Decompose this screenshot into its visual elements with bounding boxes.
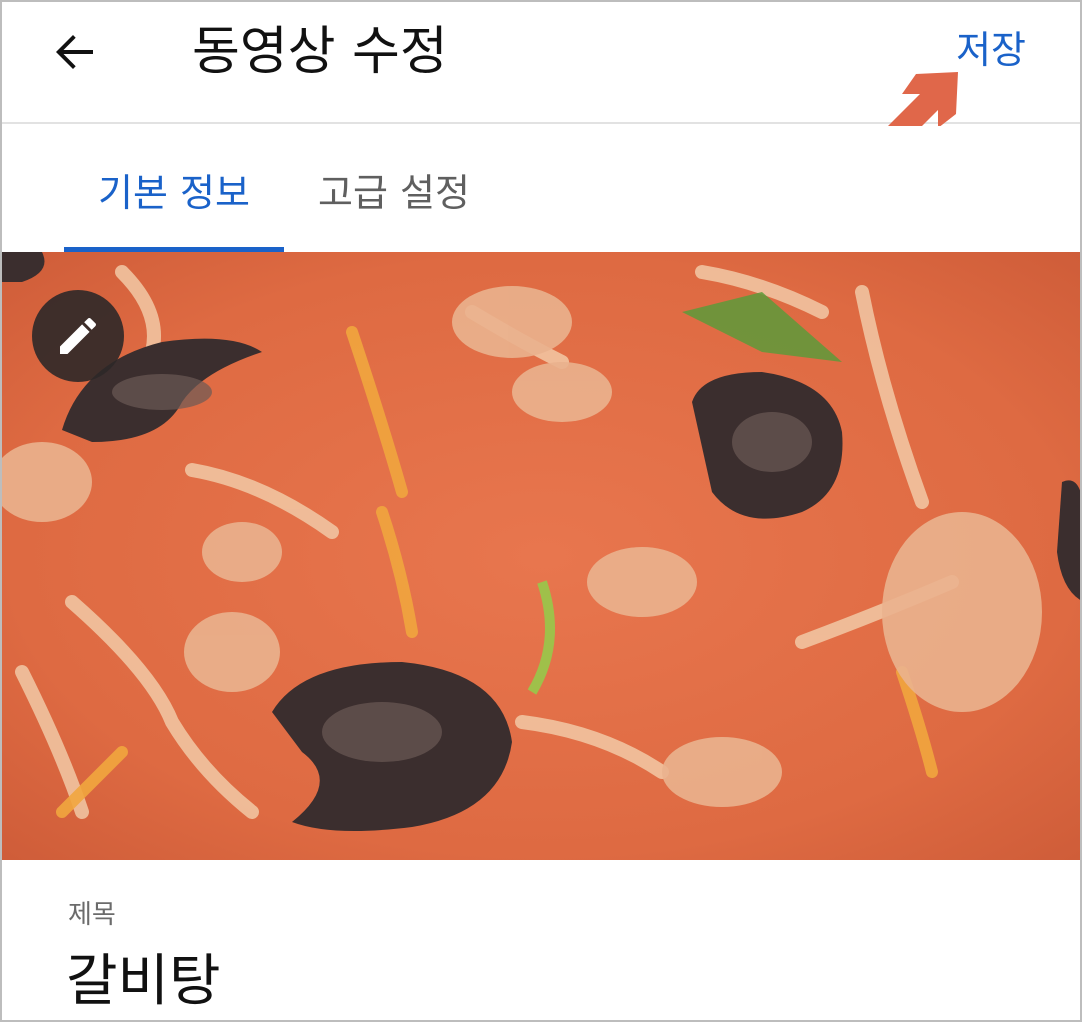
video-thumbnail[interactable] [2,252,1080,860]
edit-thumbnail-button[interactable] [32,290,124,382]
tab-basic-info[interactable]: 기본 정보 [64,126,284,252]
save-button[interactable]: 저장 [956,20,1026,80]
pencil-icon [60,318,96,354]
tab-bar: 기본 정보 고급 설정 [2,126,1080,252]
title-field-label: 제목 [68,900,116,930]
app-bar: 동영상 수정 저장 [2,2,1080,124]
page-title: 동영상 수정 [192,22,448,82]
title-field[interactable]: 갈비탕 [66,946,221,1018]
video-edit-screen: 동영상 수정 저장 기본 정보 고급 설정 제목 갈비탕 [0,0,1082,1022]
back-button[interactable] [40,22,110,82]
arrow-left-icon [56,35,93,69]
thumbnail-image [2,252,1080,860]
tab-advanced-settings[interactable]: 고급 설정 [294,126,494,252]
